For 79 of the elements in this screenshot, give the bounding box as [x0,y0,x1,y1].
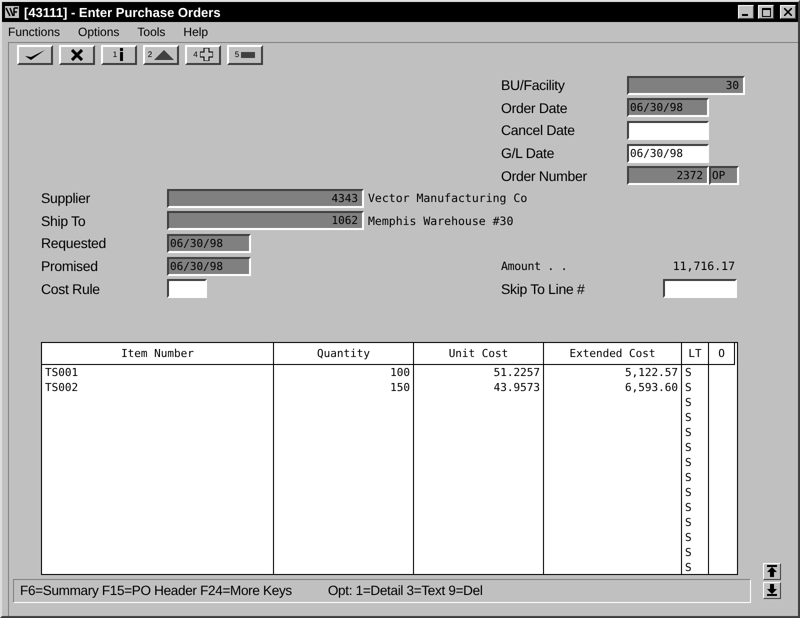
field-label: Cost Rule [41,280,101,297]
table-cell: TS002 [42,380,274,395]
triangle-icon [154,50,174,60]
input-field[interactable]: 06/30/98 [167,256,251,276]
toolbar-button[interactable]: 2 [143,44,179,64]
toolbar-button[interactable]: 4 [185,44,221,64]
info-icon [119,48,126,61]
close-icon [71,48,83,60]
field-label: BU/Facility [501,77,566,94]
description-text: Vector Manufacturing Co [368,191,528,206]
column-header: O [709,342,735,365]
column-header: LT [682,342,709,365]
table-cell: 5,122.57 [544,364,682,380]
input-field[interactable]: 4343 [167,188,364,208]
column-header: Item Number [42,342,274,365]
window-title: [43111] - Enter Purchase Orders [24,4,222,20]
table-cell: TS001 [42,364,274,380]
toolbar-button[interactable]: 1 [101,44,137,64]
input-field[interactable]: 06/30/98 [167,234,251,253]
description-text: Memphis Warehouse #30 [368,214,514,228]
field-label: Ship To [41,212,86,229]
options-text: Opt: 1=Detail 3=Text 9=Del [328,583,483,598]
input-field[interactable] [627,120,709,140]
table-cell: S [682,394,709,410]
arrow-up-icon [766,565,778,578]
page-up-button[interactable] [763,562,781,580]
table-cell: S [682,424,709,440]
toolbar-button[interactable] [59,44,95,64]
table-cell: S [682,484,709,500]
amount-value: 11,716.17 [672,259,735,274]
field-label: G/L Date [501,145,556,162]
menu-item[interactable]: Tools [137,25,166,39]
function-keys-text: F6=Summary F15=PO Header F24=More Keys [20,583,292,598]
plus-icon [200,48,213,61]
table-cell: 43.9573 [414,380,544,395]
column-header: Quantity [274,342,414,365]
input-field[interactable]: 06/30/98 [627,144,709,163]
table-cell: S [682,560,709,575]
page-down-button[interactable] [763,582,781,599]
menu-item[interactable]: Functions [8,25,60,39]
input-field[interactable]: 1062 [167,211,364,230]
field-label: Cancel Date [501,122,576,138]
table-cell: S [682,500,709,515]
table-cell: 100 [274,364,414,380]
amount-label: Amount . . [501,259,568,274]
column-header: Unit Cost [414,342,544,365]
field-label: Promised [41,258,99,274]
menu-item[interactable]: Options [78,25,120,39]
minimize-button[interactable] [738,5,754,19]
toolbar-button[interactable]: 5 [227,44,263,64]
table-cell: S [682,544,709,560]
field-label: Supplier [41,190,91,206]
field-label: Requested [41,235,108,252]
table-cell: S [682,470,709,485]
maximize-icon [762,8,770,16]
field-label: Skip To Line # [501,280,586,297]
table-cell: S [682,364,709,380]
maximize-button[interactable] [758,5,774,19]
checkmark-icon [24,48,46,60]
table-cell: S [682,530,709,545]
table-cell: S [682,380,709,395]
column-header: Extended Cost [544,342,682,365]
menu-item[interactable]: Help [183,25,208,39]
table-cell: S [682,514,709,530]
input-field[interactable] [167,279,207,298]
close-button[interactable] [780,5,796,19]
table-cell: S [682,440,709,455]
table-cell: S [682,410,709,425]
table-cell: 51.2257 [414,364,544,380]
close-icon [784,8,792,16]
table-cell: 6,593.60 [544,380,682,395]
field-label: Order Date [501,100,568,116]
minus-icon [241,52,256,58]
table-cell: 150 [274,380,414,395]
arrow-down-icon [766,584,778,596]
toolbar-button[interactable] [17,44,53,64]
field-label: Order Number [501,168,588,184]
table-cell: S [682,454,709,470]
input-field[interactable] [663,279,737,298]
